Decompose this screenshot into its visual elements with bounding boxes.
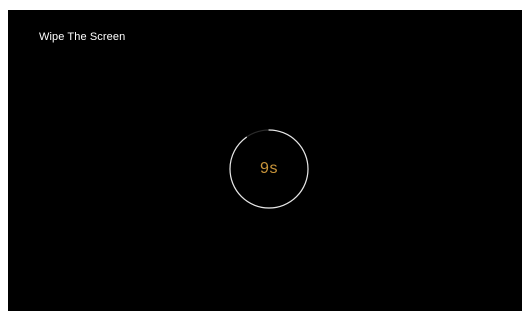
countdown-seconds-label: 9s <box>260 160 278 177</box>
page-title: Wipe The Screen <box>39 31 126 43</box>
screen-clean-overlay: Wipe The Screen 9s <box>8 10 522 311</box>
countdown-timer: 9s <box>228 128 310 210</box>
